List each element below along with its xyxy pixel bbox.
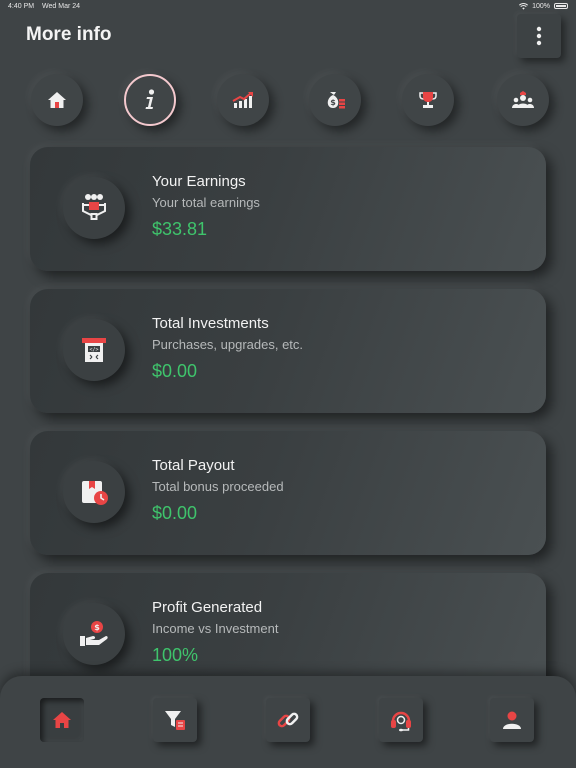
payout-card-subtitle: Total bonus proceeded	[152, 479, 284, 494]
nav-team[interactable]	[497, 74, 549, 126]
trophy-icon	[419, 92, 437, 108]
investments-card-icon-wrap: </>	[63, 319, 125, 381]
top-nav: $	[0, 72, 576, 128]
tab-profile[interactable]	[490, 698, 534, 742]
nav-info[interactable]	[124, 74, 176, 126]
profit-card-subtitle: Income vs Investment	[152, 621, 279, 636]
tab-home[interactable]	[40, 698, 84, 742]
status-left: 4:40 PM Wed Mar 24	[8, 3, 86, 10]
investment-kiosk-icon: </>	[82, 338, 106, 362]
vertical-dots-icon	[536, 26, 542, 46]
info-icon	[145, 89, 155, 109]
bottom-tab-bar	[0, 676, 576, 768]
profit-hand-coin-icon: $	[80, 621, 108, 646]
nav-home[interactable]	[31, 74, 83, 126]
investments-card-subtitle: Purchases, upgrades, etc.	[152, 337, 304, 352]
team-icon	[512, 91, 534, 108]
battery-icon	[554, 3, 568, 9]
profit-card-icon-wrap: $	[63, 603, 125, 665]
payout-card[interactable]: Total Payout Total bonus proceeded $0.00	[30, 431, 546, 555]
nav-trophy[interactable]	[402, 74, 454, 126]
payout-clock-icon	[82, 481, 108, 505]
earnings-card-icon-wrap	[63, 177, 125, 239]
svg-text:</>: </>	[89, 347, 98, 353]
nav-money[interactable]: $	[309, 74, 361, 126]
more-menu-button[interactable]	[517, 14, 561, 58]
home-icon	[48, 92, 66, 108]
wifi-icon	[519, 2, 529, 10]
status-date: Wed Mar 24	[42, 2, 81, 10]
investments-card[interactable]: </> Total Investments Purchases, upgrade…	[30, 289, 546, 413]
svg-text:$: $	[330, 98, 336, 107]
user-icon	[503, 711, 521, 729]
investments-card-title: Total Investments	[152, 315, 269, 332]
tab-link[interactable]	[266, 698, 310, 742]
tab-funnel[interactable]	[153, 698, 197, 742]
growth-chart-icon	[232, 92, 253, 108]
earnings-card-subtitle: Your total earnings	[152, 195, 260, 210]
payout-card-value: $0.00	[152, 503, 198, 523]
funnel-icon	[165, 711, 185, 730]
status-bar: 4:40 PM Wed Mar 24 100%	[0, 0, 576, 12]
home-icon	[53, 712, 71, 728]
status-time: 4:40 PM	[8, 2, 35, 10]
page-title: More info	[26, 24, 112, 45]
earnings-card-title: Your Earnings	[152, 173, 246, 190]
payout-card-title: Total Payout	[152, 457, 235, 474]
investments-card-value: $0.00	[152, 361, 198, 381]
money-bag-icon: $	[327, 92, 345, 109]
profit-card-title: Profit Generated	[152, 599, 263, 616]
earnings-card[interactable]: Your Earnings Your total earnings $33.81	[30, 147, 546, 271]
profit-card-value: 100%	[152, 645, 199, 665]
status-right: 100%	[519, 3, 568, 10]
battery-percent: 100%	[532, 2, 550, 10]
earnings-card-value: $33.81	[152, 219, 208, 239]
payout-card-icon-wrap	[63, 461, 125, 523]
headset-icon	[391, 711, 411, 732]
tab-support[interactable]	[379, 698, 423, 742]
nav-growth[interactable]	[217, 74, 269, 126]
link-icon	[277, 712, 299, 728]
earnings-network-icon	[82, 194, 106, 220]
svg-text:$: $	[94, 623, 100, 632]
